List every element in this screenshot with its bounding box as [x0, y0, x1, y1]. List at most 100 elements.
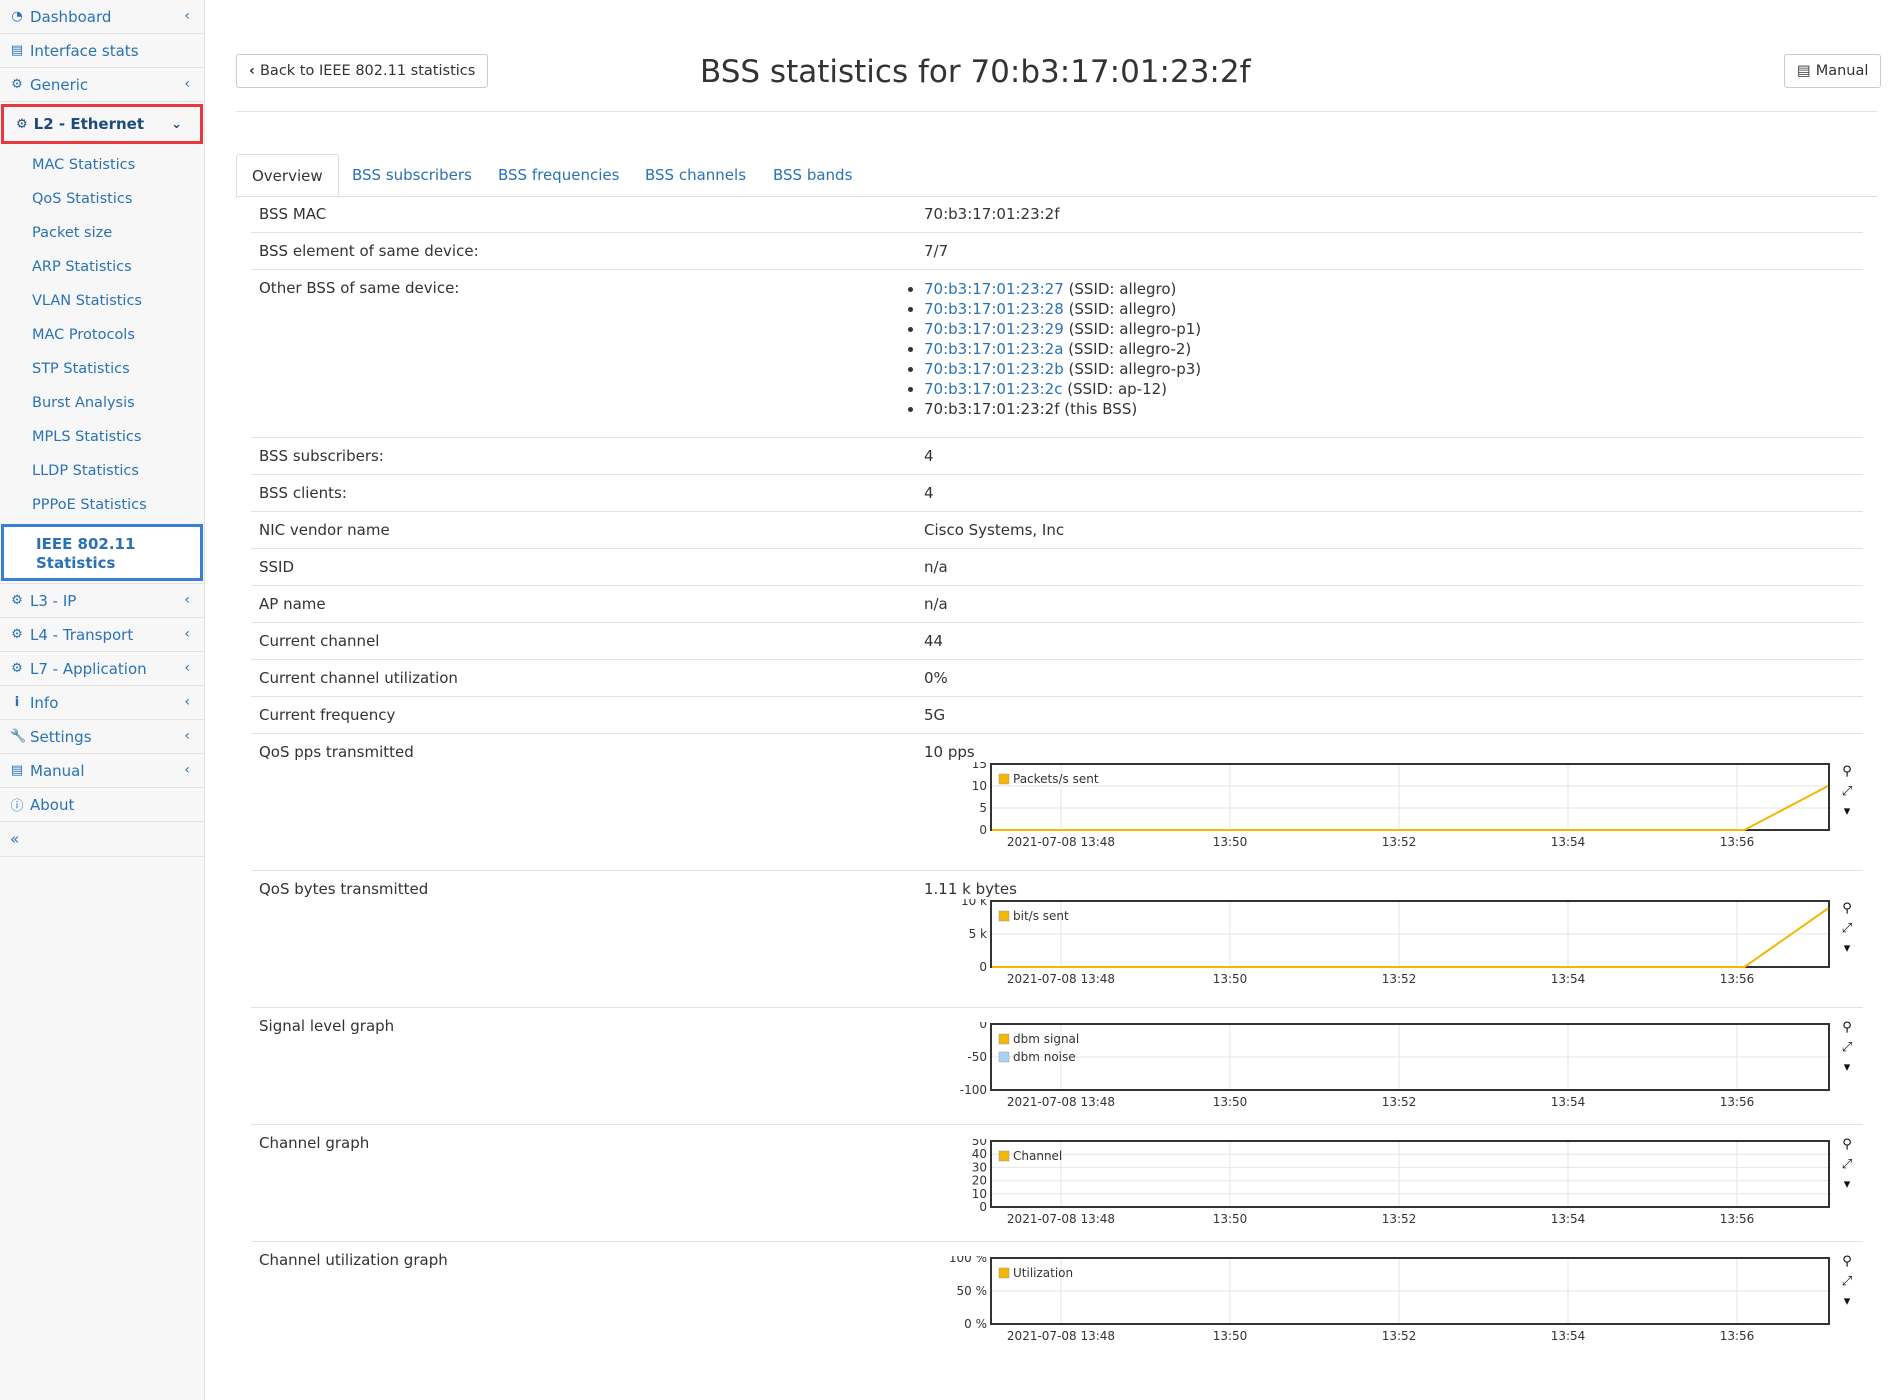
sidebar-item-label: Info	[30, 693, 59, 712]
row-value: 7/7	[924, 242, 949, 260]
x-tick-label: 13:56	[1720, 972, 1755, 986]
x-tick-label: 13:50	[1213, 972, 1248, 986]
bss-link[interactable]: 70:b3:17:01:23:29	[924, 320, 1064, 338]
list-item: 70:b3:17:01:23:2a (SSID: allegro-2)	[924, 339, 1201, 359]
x-tick-label: 13:54	[1551, 1212, 1586, 1226]
search-icon[interactable]: ⚲	[1839, 1018, 1855, 1038]
sidebar-item-burst-analysis[interactable]: Burst Analysis	[0, 386, 204, 420]
tab-overview[interactable]: Overview	[236, 154, 339, 196]
search-icon[interactable]: ⚲	[1839, 1135, 1855, 1155]
sidebar-item-mac-statistics[interactable]: MAC Statistics	[0, 148, 204, 182]
sidebar-collapse-button[interactable]: «	[0, 822, 204, 857]
table-row: SSID n/a	[251, 549, 1863, 586]
y-tick-label: 0	[979, 1200, 987, 1214]
y-tick-label: 100 %	[949, 1256, 987, 1265]
sidebar-item-dashboard[interactable]: ◔ Dashboard ‹	[0, 0, 204, 34]
search-icon[interactable]: ⚲	[1839, 1252, 1855, 1272]
row-label: Current channel utilization	[259, 669, 458, 687]
table-row: Current channel utilization 0%	[251, 660, 1863, 697]
table-row: QoS pps transmitted 10 pps 2021-07-08 13…	[251, 734, 1863, 871]
sidebar-item-ieee-80211-statistics[interactable]: IEEE 802.11 Statistics	[1, 524, 203, 581]
compress-icon[interactable]: ⤢	[1839, 1155, 1855, 1175]
tab-bss-channels[interactable]: BSS channels	[645, 154, 746, 196]
list-item: 70:b3:17:01:23:2c (SSID: ap-12)	[924, 379, 1201, 399]
tab-bss-bands[interactable]: BSS bands	[773, 154, 852, 196]
x-tick-label: 13:52	[1382, 1095, 1417, 1109]
back-button[interactable]: ‹ Back to IEEE 802.11 statistics	[236, 54, 489, 88]
caret-down-icon[interactable]: ▾	[1839, 802, 1855, 822]
chevron-left-icon: ‹	[184, 728, 190, 744]
chart-toolbar: ⚲ ⤢ ▾	[1839, 762, 1855, 822]
sidebar-item-lldp-statistics[interactable]: LLDP Statistics	[0, 454, 204, 488]
compress-icon[interactable]: ⤢	[1839, 782, 1855, 802]
bss-link[interactable]: 70:b3:17:01:23:2a	[924, 340, 1063, 358]
sidebar-item-about[interactable]: ⓘ About	[0, 788, 204, 822]
sidebar-item-mac-protocols[interactable]: MAC Protocols	[0, 318, 204, 352]
list-item: 70:b3:17:01:23:29 (SSID: allegro-p1)	[924, 319, 1201, 339]
chart-toolbar: ⚲ ⤢ ▾	[1839, 1018, 1855, 1078]
y-tick-label: 5 k	[969, 927, 987, 941]
this-bss-text: 70:b3:17:01:23:2f (this BSS)	[924, 400, 1138, 418]
caret-down-icon[interactable]: ▾	[1839, 1175, 1855, 1195]
x-tick-label: 13:50	[1213, 1329, 1248, 1343]
sidebar-item-stp-statistics[interactable]: STP Statistics	[0, 352, 204, 386]
sidebar-item-label: Generic	[30, 75, 89, 94]
search-icon[interactable]: ⚲	[1839, 762, 1855, 782]
bss-link[interactable]: 70:b3:17:01:23:2c	[924, 380, 1062, 398]
sidebar-item-l4-transport[interactable]: ⚙ L4 - Transport ‹	[0, 618, 204, 652]
l2-submenu: MAC Statistics QoS Statistics Packet siz…	[0, 146, 204, 581]
compress-icon[interactable]: ⤢	[1839, 1038, 1855, 1058]
sidebar-item-settings[interactable]: 🔧 Settings ‹	[0, 720, 204, 754]
sidebar-item-info[interactable]: i Info ‹	[0, 686, 204, 720]
sidebar-item-arp-statistics[interactable]: ARP Statistics	[0, 250, 204, 284]
x-tick-label: 13:50	[1213, 1212, 1248, 1226]
sidebar-item-pppoe-statistics[interactable]: PPPoE Statistics	[0, 488, 204, 522]
sidebar-item-manual[interactable]: ▤ Manual ‹	[0, 754, 204, 788]
sidebar-item-l3-ip[interactable]: ⚙ L3 - IP ‹	[0, 584, 204, 618]
manual-button[interactable]: ▤ Manual	[1784, 54, 1882, 88]
manual-button-label: Manual	[1815, 63, 1869, 79]
legend-swatch	[998, 1150, 1010, 1162]
sidebar-item-qos-statistics[interactable]: QoS Statistics	[0, 182, 204, 216]
row-value: n/a	[924, 595, 948, 613]
sidebar-item-label: Settings	[30, 727, 92, 746]
row-label: BSS subscribers:	[259, 447, 384, 465]
sidebar-section-label: L2 - Ethernet	[33, 115, 145, 133]
x-tick-label: 13:56	[1720, 1095, 1755, 1109]
row-value: 4	[924, 447, 934, 465]
table-row: NIC vendor name Cisco Systems, Inc	[251, 512, 1863, 549]
row-label: SSID	[259, 558, 295, 576]
sidebar-item-l7-application[interactable]: ⚙ L7 - Application ‹	[0, 652, 204, 686]
sidebar-item-interface-stats[interactable]: ▤ Interface stats	[0, 34, 204, 68]
back-button-label: Back to IEEE 802.11 statistics	[259, 63, 476, 79]
book-icon: ▤	[1797, 63, 1811, 79]
row-value: 1.11 k bytes	[924, 880, 1017, 898]
legend-swatch	[998, 1051, 1010, 1063]
sidebar-item-packet-size[interactable]: Packet size	[0, 216, 204, 250]
table-row: BSS subscribers: 4	[251, 438, 1863, 475]
sidebar-section-l2-ethernet[interactable]: ⚙ L2 - Ethernet ⌄	[1, 104, 203, 144]
y-tick-label: 0	[979, 823, 987, 837]
row-label: QoS pps transmitted	[259, 743, 414, 761]
bss-link[interactable]: 70:b3:17:01:23:2b	[924, 360, 1064, 378]
compress-icon[interactable]: ⤢	[1839, 919, 1855, 939]
tab-bss-subscribers[interactable]: BSS subscribers	[352, 154, 472, 196]
chevron-left-icon: ‹	[184, 762, 190, 778]
search-icon[interactable]: ⚲	[1839, 899, 1855, 919]
compress-icon[interactable]: ⤢	[1839, 1272, 1855, 1292]
tab-bss-frequencies[interactable]: BSS frequencies	[498, 154, 619, 196]
row-label: Current frequency	[259, 706, 396, 724]
x-tick-label: 13:56	[1720, 1329, 1755, 1343]
caret-down-icon[interactable]: ▾	[1839, 1058, 1855, 1078]
bss-link[interactable]: 70:b3:17:01:23:28	[924, 300, 1064, 318]
y-tick-label: 0	[979, 1022, 987, 1031]
caret-down-icon[interactable]: ▾	[1839, 939, 1855, 959]
tab-bar: Overview BSS subscribers BSS frequencies…	[236, 154, 1877, 197]
caret-down-icon[interactable]: ▾	[1839, 1292, 1855, 1312]
y-tick-label: 15	[972, 762, 987, 771]
sidebar-item-vlan-statistics[interactable]: VLAN Statistics	[0, 284, 204, 318]
table-row: Current channel 44	[251, 623, 1863, 660]
sidebar-item-generic[interactable]: ⚙ Generic ‹	[0, 68, 204, 102]
sidebar-item-mpls-statistics[interactable]: MPLS Statistics	[0, 420, 204, 454]
bss-link[interactable]: 70:b3:17:01:23:27	[924, 280, 1064, 298]
